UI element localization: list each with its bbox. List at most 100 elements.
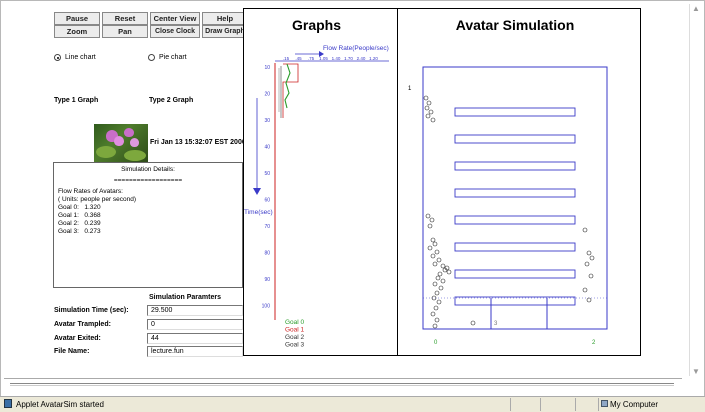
line-chart-label: Line chart [65, 54, 96, 61]
avatar-person [586, 297, 592, 303]
avatar-person [432, 261, 438, 267]
avatar-person [425, 113, 431, 119]
draw-graph-button[interactable]: Draw Graph [202, 25, 248, 38]
reset-button[interactable]: Reset [102, 12, 148, 25]
scroll-up-icon[interactable]: ▲ [692, 4, 700, 13]
goal-row: Goal 1: 0.368 [58, 212, 101, 219]
bench [454, 188, 576, 198]
goal-row: Goal 0: 1.320 [58, 204, 101, 211]
radio-selected-icon [54, 54, 61, 61]
center-view-button[interactable]: Center View [150, 12, 200, 25]
avatar-simulation-canvas: 1 0 2 3 [408, 66, 608, 346]
applet-icon [4, 399, 12, 408]
pie-chart-label: Pie chart [159, 54, 187, 61]
x-tick-label: 2.40 [357, 56, 366, 61]
legend-item: Goal 0 [285, 319, 305, 326]
avatar-person [427, 245, 433, 251]
clock-date: Fri Jan 13 15:32:07 EST 2006 [150, 139, 246, 146]
pause-button[interactable]: Pause [54, 12, 100, 25]
lotus-flower-image [94, 124, 148, 162]
avatar-person [588, 273, 594, 279]
avatar-person [432, 323, 438, 329]
sim-details-title: Simulation Details: [121, 166, 175, 173]
pie-chart-radio[interactable]: Pie chart [148, 54, 187, 61]
y-axis-arrow-head [253, 188, 261, 195]
goal-row: Goal 3: 0.273 [58, 228, 101, 235]
bench [454, 107, 576, 117]
type1-graph-option[interactable]: Type 1 Graph [54, 97, 98, 104]
horizontal-scrollbar[interactable] [4, 378, 682, 392]
legend-item: Goal 1 [285, 327, 305, 334]
simulation-details-box: Simulation Details: ================== F… [53, 162, 243, 288]
params-title: Simulation Paramters [149, 294, 221, 301]
vertical-scrollbar[interactable]: ▲ ▼ [689, 4, 700, 376]
flow-rates-units: ( Units: people per second) [58, 196, 137, 203]
type2-graph-option[interactable]: Type 2 Graph [149, 97, 193, 104]
x-tick-label: .15 [283, 56, 290, 61]
avatar-person [429, 217, 435, 223]
close-clock-button[interactable]: Close Clock [150, 25, 200, 38]
help-button[interactable]: Help [202, 12, 248, 25]
avatar-person [425, 213, 431, 219]
avatar-person [437, 271, 443, 277]
trampled-field[interactable]: 0 [147, 319, 243, 330]
x-tick-label: 1.40 [332, 56, 341, 61]
y-tick-label: 80 [264, 251, 270, 257]
radio-unselected-icon [148, 54, 155, 61]
avatar-person [424, 105, 430, 111]
avatar-person [427, 223, 433, 229]
y-tick-label: 20 [264, 92, 270, 98]
avatars [423, 95, 595, 329]
goal0-series-line [284, 63, 291, 109]
avatar-person [435, 275, 441, 281]
exited-field[interactable]: 44 [147, 333, 243, 344]
avatar-person [470, 320, 476, 326]
trampled-label: Avatar Trampled: [54, 321, 111, 328]
room-outline [422, 66, 608, 330]
avatar-person [446, 269, 452, 275]
y-tick-label: 50 [264, 171, 270, 177]
toolbar: Pause Reset Center View Help Zoom Pan Cl… [54, 12, 248, 38]
zoom-button[interactable]: Zoom [54, 25, 100, 38]
avatar-person [423, 95, 429, 101]
avatar-person [432, 281, 438, 287]
avatar-person [432, 241, 438, 247]
avatar-person [433, 305, 439, 311]
flow-rates-heading: Flow Rates of Avatars: [58, 188, 123, 195]
y-tick-label: 70 [264, 224, 270, 230]
legend-item: Goal 2 [285, 334, 305, 341]
avatar-person [589, 255, 595, 261]
scroll-down-icon[interactable]: ▼ [692, 367, 700, 376]
status-bar: Applet AvatarSim started My Computer [0, 396, 705, 412]
exit-label-3: 3 [494, 321, 498, 327]
avatar-person [434, 249, 440, 255]
file-name-field[interactable]: lecture.fun [147, 346, 243, 357]
status-text: Applet AvatarSim started [16, 400, 104, 409]
bench [454, 161, 576, 171]
flow-rate-graph: Flow Rate(People/sec) .15.45.75 1.05 1.40 1… [244, 45, 389, 349]
bench [454, 242, 576, 252]
avatar-person [430, 253, 436, 259]
avatar-person [586, 250, 592, 256]
y-tick-label: 100 [262, 304, 271, 310]
x-tick-label: .75 [308, 56, 315, 61]
zone-text: My Computer [610, 400, 659, 409]
goal-row: Goal 2: 0.239 [58, 220, 101, 227]
x-axis-title: Flow Rate(People/sec) [323, 45, 389, 52]
x-tick-label: 1.70 [344, 56, 353, 61]
pan-button[interactable]: Pan [102, 25, 148, 38]
sim-details-rule: ================== [113, 177, 183, 184]
avatar-person [426, 100, 432, 106]
x-tick-label: 1.20 [369, 56, 378, 61]
goal1-series-line [282, 63, 299, 118]
avatar-person [436, 299, 442, 305]
y-tick-label: 30 [264, 118, 270, 124]
file-name-label: File Name: [54, 348, 90, 355]
bench [454, 296, 576, 306]
exit-label-2: 2 [592, 340, 596, 346]
sim-time-field[interactable]: 29.500 [147, 305, 243, 316]
line-chart-radio[interactable]: Line chart [54, 54, 96, 61]
avatar-person [434, 290, 440, 296]
exited-label: Avatar Exited: [54, 335, 101, 342]
avatar-person [582, 287, 588, 293]
